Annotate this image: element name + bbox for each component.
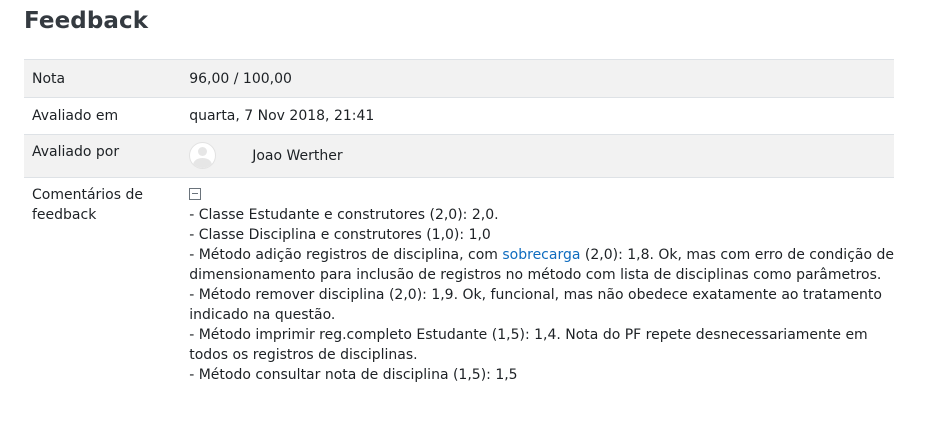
comment-text: - Método adição registros de disciplina,… <box>189 247 503 263</box>
grade-label: Nota <box>24 59 182 98</box>
graded-on-label: Avaliado em <box>24 97 182 135</box>
comment-line: todos os registros de disciplinas. <box>189 347 418 363</box>
comments-row: Comentários de feedback - Classe Estudan… <box>24 177 894 393</box>
grader-name: Joao Werther <box>252 147 343 164</box>
graded-on-value: quarta, 7 Nov 2018, 21:41 <box>181 97 894 135</box>
comment-line: - Método remover disciplina (2,0): 1,9. … <box>189 287 882 303</box>
comment-line: - Classe Estudante e construtores (2,0):… <box>189 207 499 223</box>
grade-value: 96,00 / 100,00 <box>181 59 894 98</box>
comment-line: - Método adição registros de disciplina,… <box>189 245 894 265</box>
user-avatar-icon[interactable] <box>189 142 217 169</box>
page-title: Feedback <box>24 8 149 34</box>
collapse-icon[interactable] <box>189 188 202 200</box>
feedback-table: Nota 96,00 / 100,00 Avaliado em quarta, … <box>24 59 894 393</box>
sobrecarga-link[interactable]: sobrecarga <box>502 247 580 263</box>
comment-line: - Método consultar nota de disciplina (1… <box>189 367 518 383</box>
comment-line: - Método imprimir reg.completo Estudante… <box>189 327 868 343</box>
comments-label: Comentários de feedback <box>24 177 182 393</box>
comment-line: indicado na questão. <box>189 307 336 323</box>
feedback-comments: - Classe Estudante e construtores (2,0):… <box>189 205 894 385</box>
comment-line: - Classe Disciplina e construtores (1,0)… <box>189 227 491 243</box>
comment-line: dimensionamento para inclusão de registr… <box>189 267 882 283</box>
comment-text: (2,0): 1,8. Ok, mas com erro de condição… <box>580 247 894 263</box>
graded-by-row: Avaliado por Joao Werther <box>24 134 894 178</box>
graded-by-label: Avaliado por <box>24 134 182 178</box>
grade-row: Nota 96,00 / 100,00 <box>24 59 894 98</box>
graded-on-row: Avaliado em quarta, 7 Nov 2018, 21:41 <box>24 97 894 135</box>
